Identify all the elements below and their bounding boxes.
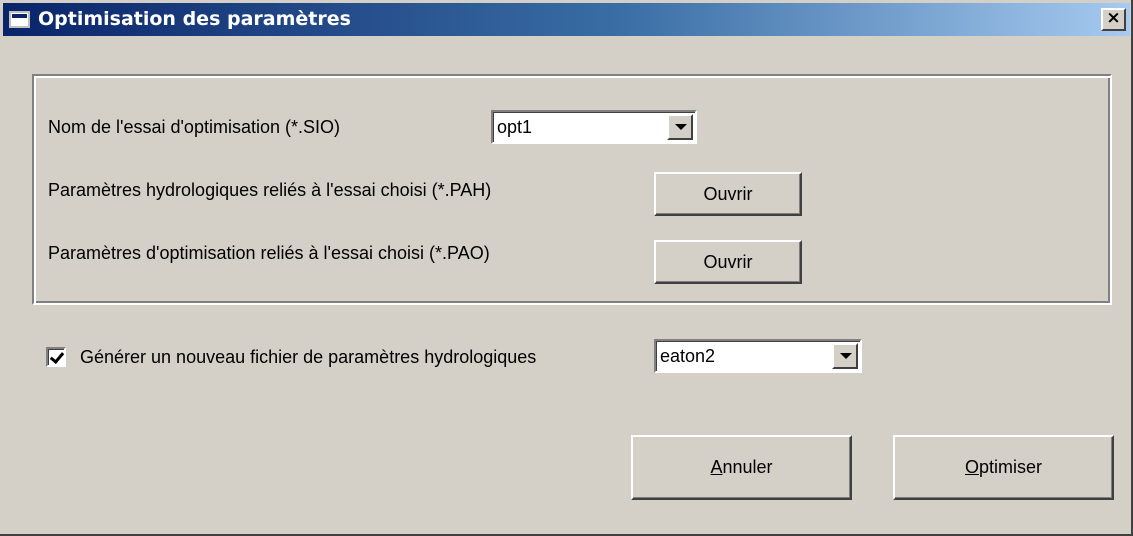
trial-name-value: opt1	[497, 117, 533, 137]
optimize-button[interactable]: Optimiser	[893, 435, 1114, 500]
cancel-button[interactable]: Annuler	[631, 435, 852, 500]
open-hydro-params-label: Ouvrir	[703, 184, 753, 204]
generate-checkbox[interactable]	[46, 347, 66, 367]
window-title: Optimisation des paramètres	[38, 8, 351, 30]
open-optim-params-button[interactable]: Ouvrir	[654, 240, 802, 284]
open-hydro-params-button[interactable]: Ouvrir	[654, 172, 802, 216]
generate-label[interactable]: Générer un nouveau fichier de paramètres…	[80, 347, 536, 368]
optim-params-label: Paramètres d'optimisation reliés à l'ess…	[48, 243, 490, 263]
optimize-label: Optimiser	[964, 457, 1043, 477]
chevron-down-icon[interactable]	[832, 343, 858, 369]
trial-name-label: Nom de l'essai d'optimisation (*.SIO)	[48, 117, 340, 137]
chevron-down-icon[interactable]	[667, 114, 693, 140]
output-file-value: eaton2	[660, 346, 716, 366]
dialog-window: Optimisation des paramètres × Nom de l'e…	[0, 0, 1133, 536]
title-bar[interactable]: Optimisation des paramètres ×	[3, 3, 1130, 36]
hydro-params-label: Paramètres hydrologiques reliés à l'essa…	[48, 180, 492, 200]
output-file-combobox[interactable]: eaton2	[654, 339, 862, 373]
close-button[interactable]: ×	[1101, 8, 1126, 31]
cancel-label: Annuler	[710, 457, 773, 477]
window-icon	[9, 11, 30, 28]
open-optim-params-label: Ouvrir	[703, 252, 753, 272]
trial-name-combobox[interactable]: opt1	[491, 110, 697, 144]
